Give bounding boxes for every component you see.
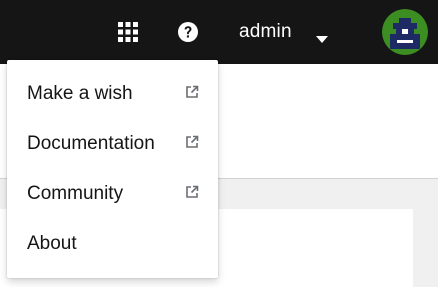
- menu-item-about[interactable]: About: [7, 219, 218, 269]
- caret-down-icon: [316, 28, 328, 50]
- menu-item-label: Make a wish: [27, 83, 133, 104]
- menu-item-label: About: [27, 233, 77, 254]
- menu-item-make-a-wish[interactable]: Make a wish: [7, 69, 218, 119]
- masthead: admin: [0, 0, 438, 64]
- menu-item-community[interactable]: Community: [7, 169, 218, 219]
- username-label: admin: [239, 21, 292, 42]
- external-link-icon: [185, 133, 199, 148]
- menu-item-label: Documentation: [27, 133, 155, 154]
- question-circle-icon[interactable]: [176, 20, 200, 44]
- grid-icon[interactable]: [116, 20, 140, 44]
- user-menu-toggle[interactable]: admin: [232, 14, 338, 50]
- external-link-icon: [185, 83, 199, 98]
- user-dropdown-menu: Make a wish Documentation Community Abou…: [7, 60, 218, 278]
- menu-item-documentation[interactable]: Documentation: [7, 119, 218, 169]
- avatar-icon[interactable]: [382, 9, 428, 55]
- menu-item-label: Community: [27, 183, 124, 204]
- external-link-icon: [185, 183, 199, 198]
